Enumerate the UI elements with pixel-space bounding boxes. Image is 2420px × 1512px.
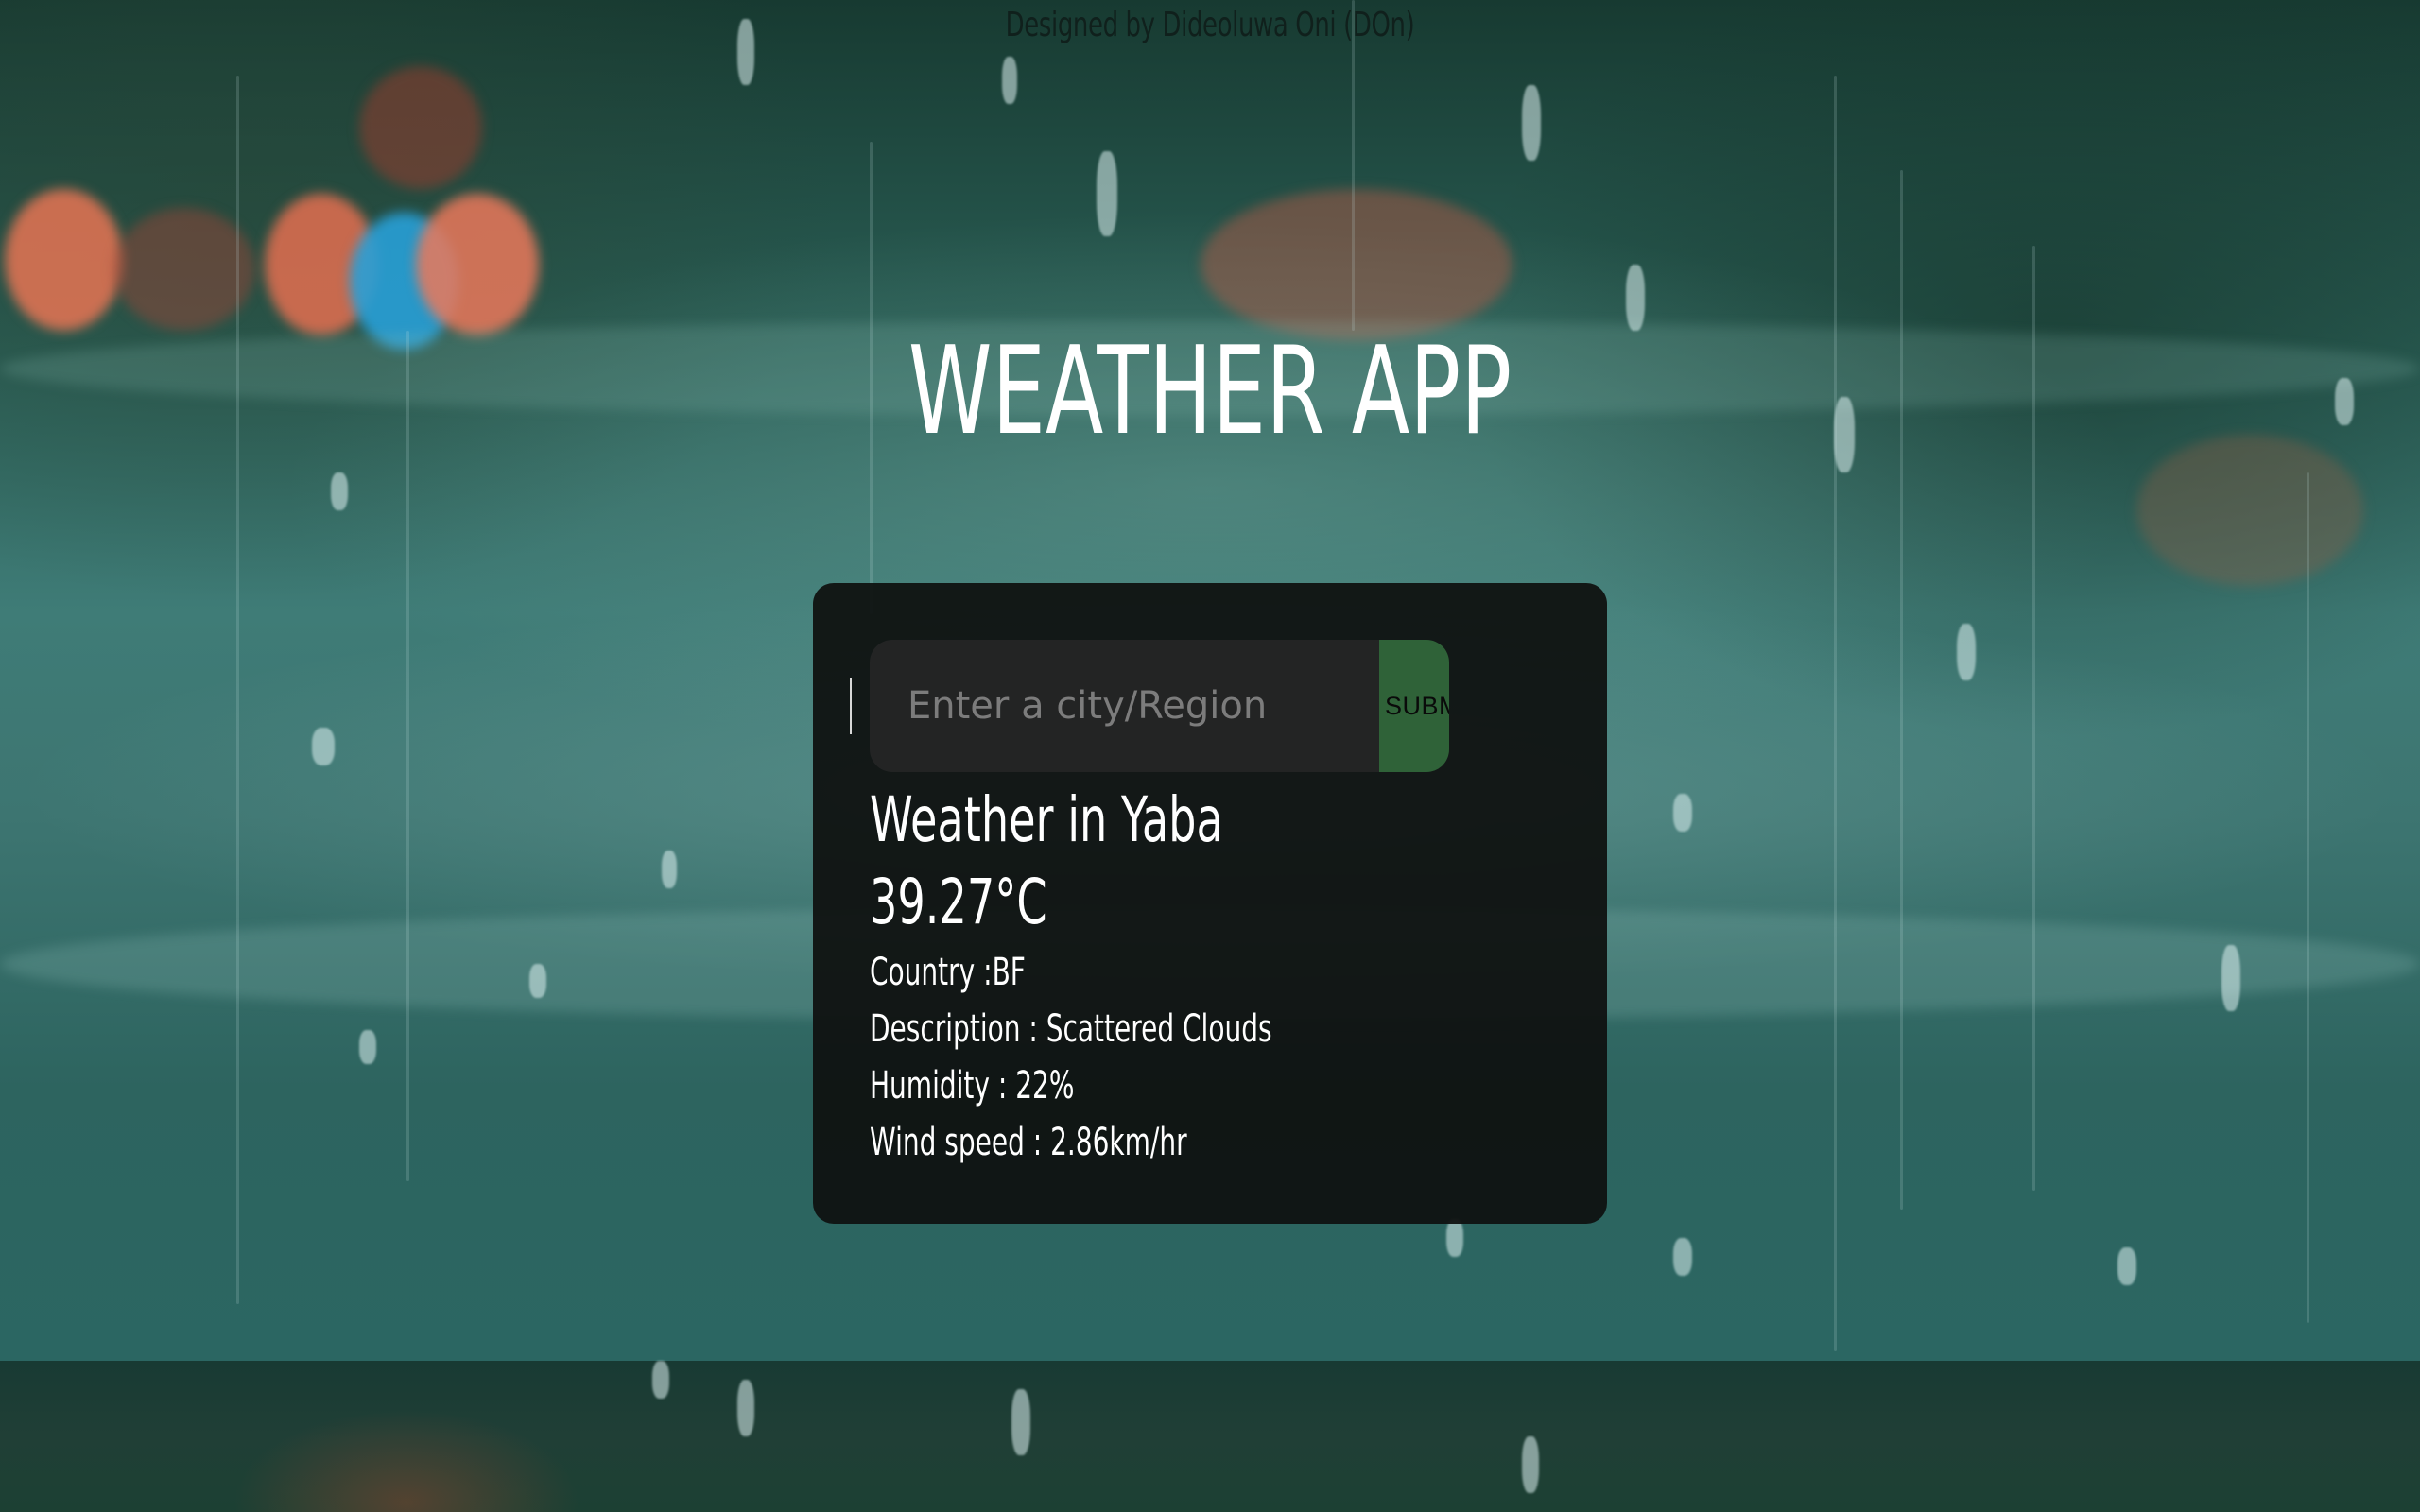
raindrop	[1097, 151, 1117, 236]
city-search-input[interactable]	[870, 640, 1379, 772]
raindrop	[1011, 1389, 1030, 1455]
raindrop	[1957, 624, 1976, 680]
bokeh-light	[1201, 189, 1512, 340]
search-form: SUBMIT	[870, 640, 1449, 772]
humidity-text: Humidity : 22%	[870, 1064, 1075, 1108]
bokeh-light	[5, 189, 123, 331]
raindrop	[737, 1380, 754, 1436]
submit-button[interactable]: SUBMIT	[1379, 640, 1449, 772]
raindrop	[312, 728, 335, 765]
raindrop	[529, 964, 546, 998]
country-text: Country :BF	[870, 951, 1026, 994]
raindrop	[662, 850, 677, 888]
raindrop	[359, 1030, 376, 1064]
app-root: Designed by Dideoluwa Oni (DOn) WEATHER …	[0, 0, 2420, 1512]
weather-card: SUBMIT Weather in Yaba 39.27°C Country :…	[813, 583, 1607, 1224]
wind-speed-text: Wind speed : 2.86km/hr	[870, 1121, 1187, 1164]
temperature-value: 39.27°C	[870, 866, 1047, 938]
rain-streak	[1352, 0, 1355, 331]
rain-streak	[236, 76, 239, 1304]
page-title: WEATHER APP	[908, 321, 1512, 462]
bokeh-light	[359, 66, 482, 189]
rain-streak	[2307, 472, 2309, 1323]
raindrop	[1673, 1238, 1692, 1276]
designer-credit: Designed by Dideoluwa Oni (DOn)	[1005, 6, 1415, 44]
description-text: Description : Scattered Clouds	[870, 1007, 1272, 1051]
raindrop	[1522, 85, 1541, 161]
raindrop	[331, 472, 348, 510]
raindrop	[2221, 945, 2240, 1011]
city-heading: Weather in Yaba	[870, 783, 1223, 856]
weather-info: Weather in Yaba 39.27°C Country :BF Desc…	[870, 780, 1444, 1171]
raindrop	[2335, 378, 2354, 425]
raindrop	[1446, 1219, 1463, 1257]
rain-streak	[1834, 76, 1837, 1351]
background-bottom-strip	[0, 1361, 2420, 1512]
text-cursor	[850, 678, 852, 734]
bokeh-light	[2136, 435, 2363, 586]
bokeh-light	[113, 208, 255, 331]
bokeh-light	[416, 194, 539, 335]
raindrop	[652, 1361, 669, 1399]
raindrop	[1673, 794, 1692, 832]
raindrop	[2118, 1247, 2136, 1285]
raindrop	[1002, 57, 1017, 104]
raindrop	[1522, 1436, 1539, 1493]
